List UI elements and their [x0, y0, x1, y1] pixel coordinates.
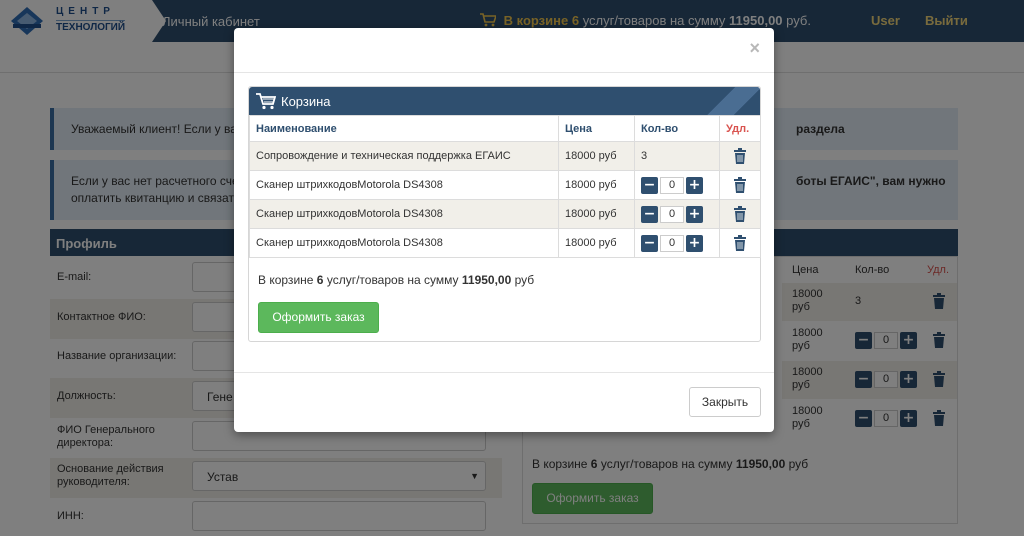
trash-icon[interactable]	[733, 177, 747, 193]
col-name: Наименование	[249, 115, 559, 142]
total-sum: 11950,00	[461, 273, 512, 287]
item-name: Сканер штрихкодовMotorola DS4308	[249, 199, 559, 229]
qty-input[interactable]: 0	[660, 234, 684, 252]
close-icon[interactable]: ×	[749, 38, 760, 59]
item-qty: 3	[634, 141, 720, 171]
item-price: 18000 руб	[558, 141, 635, 171]
trash-icon[interactable]	[733, 206, 747, 222]
item-qty: − 0 +	[634, 228, 720, 258]
col-qty: Кол-во	[634, 115, 720, 142]
cart-icon	[256, 93, 276, 110]
cart-title: Корзина	[281, 94, 331, 109]
quantity-stepper[interactable]: − 0 +	[641, 234, 703, 252]
delete-cell	[719, 228, 761, 258]
checkout-button[interactable]: Оформить заказ	[258, 302, 379, 333]
plus-button[interactable]: +	[686, 205, 703, 223]
modal-header-divider	[234, 72, 774, 73]
cart-total: В корзине 6 услуг/товаров на сумму 11950…	[258, 273, 534, 287]
quantity-stepper[interactable]: − 0 +	[641, 176, 703, 194]
table-row: Сканер штрихкодовMotorola DS4308 18000 р…	[249, 170, 761, 200]
col-price: Цена	[558, 115, 635, 142]
item-price: 18000 руб	[558, 170, 635, 200]
minus-button[interactable]: −	[641, 176, 658, 194]
cart-table: Наименование Цена Кол-во Удл. Сопровожде…	[249, 115, 761, 258]
cart-panel-header: Корзина	[249, 87, 760, 115]
delete-cell	[719, 199, 761, 229]
plus-button[interactable]: +	[686, 176, 703, 194]
item-qty: − 0 +	[634, 199, 720, 229]
qty-input[interactable]: 0	[660, 176, 684, 194]
table-header-row: Наименование Цена Кол-во Удл.	[249, 115, 761, 142]
quantity-stepper[interactable]: − 0 +	[641, 205, 703, 223]
table-row: Сканер штрихкодовMotorola DS4308 18000 р…	[249, 199, 761, 229]
item-qty: − 0 +	[634, 170, 720, 200]
item-name: Сканер штрихкодовMotorola DS4308	[249, 170, 559, 200]
total-middle: услуг/товаров на сумму	[326, 273, 459, 287]
total-count: 6	[316, 273, 324, 287]
trash-icon[interactable]	[733, 235, 747, 251]
col-delete: Удл.	[719, 115, 761, 142]
table-row: Сканер штрихкодовMotorola DS4308 18000 р…	[249, 228, 761, 258]
item-name: Сканер штрихкодовMotorola DS4308	[249, 228, 559, 258]
total-prefix: В корзине	[258, 273, 314, 287]
trash-icon[interactable]	[733, 148, 747, 164]
item-price: 18000 руб	[558, 199, 635, 229]
cart-panel: Корзина Наименование Цена Кол-во Удл. Со…	[248, 86, 761, 342]
delete-cell	[719, 141, 761, 171]
table-row: Сопровождение и техническая поддержка ЕГ…	[249, 141, 761, 171]
close-button[interactable]: Закрыть	[689, 387, 761, 417]
total-currency: руб	[514, 273, 535, 287]
qty-input[interactable]: 0	[660, 205, 684, 223]
item-name: Сопровождение и техническая поддержка ЕГ…	[249, 141, 559, 171]
delete-cell	[719, 170, 761, 200]
plus-button[interactable]: +	[686, 234, 703, 252]
modal-footer-divider	[234, 372, 774, 373]
item-price: 18000 руб	[558, 228, 635, 258]
minus-button[interactable]: −	[641, 234, 658, 252]
minus-button[interactable]: −	[641, 205, 658, 223]
cart-modal: × Корзина Наименование Цена Кол-во Удл.	[234, 28, 774, 432]
